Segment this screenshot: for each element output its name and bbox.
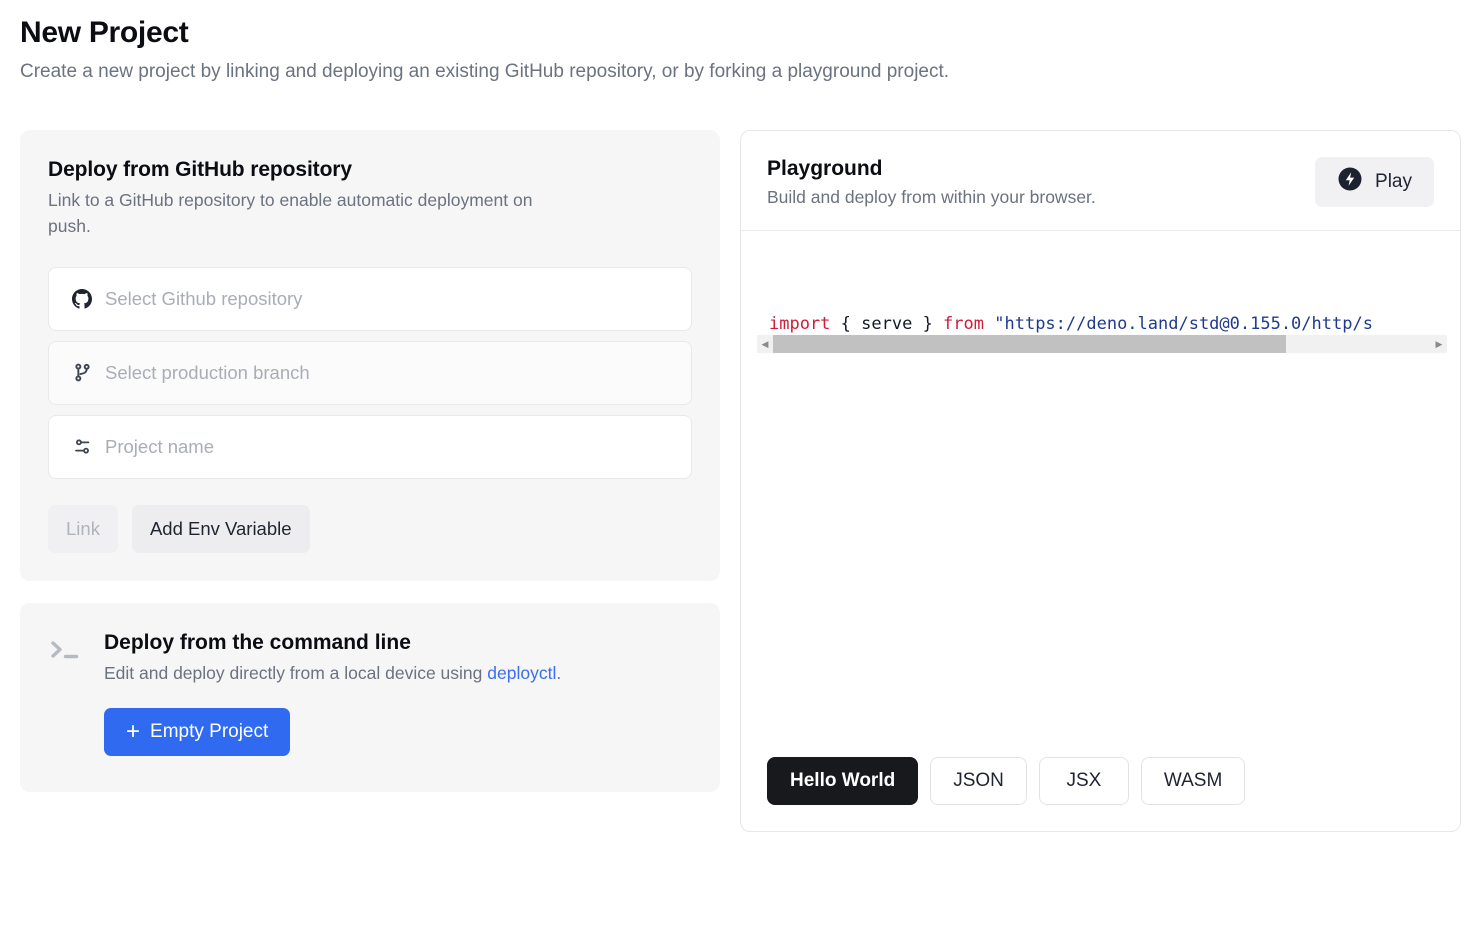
code-token: }	[912, 314, 943, 334]
project-name-input[interactable]: Project name	[48, 415, 692, 479]
project-name-placeholder: Project name	[105, 436, 214, 458]
command-line-card: Deploy from the command line Edit and de…	[20, 603, 720, 792]
playground-tab-json[interactable]: JSON	[930, 757, 1027, 805]
github-card-description: Link to a GitHub repository to enable au…	[48, 188, 568, 239]
playground-body: import { serve } from "https://deno.land…	[741, 231, 1460, 831]
terminal-prompt-icon	[48, 631, 84, 756]
code-token: from	[943, 314, 984, 334]
lightning-bolt-icon	[1337, 166, 1363, 198]
code-token: serve	[861, 314, 912, 334]
plus-icon: +	[126, 720, 140, 744]
select-github-repository-placeholder: Select Github repository	[105, 288, 302, 310]
github-card-heading: Deploy from GitHub repository	[48, 158, 692, 182]
scroll-right-arrow-icon[interactable]: ▶	[1431, 335, 1447, 353]
github-fields: Select Github repository	[48, 267, 692, 479]
select-production-branch-placeholder: Select production branch	[105, 362, 310, 384]
link-button[interactable]: Link	[48, 505, 118, 553]
select-github-repository-input[interactable]: Select Github repository	[48, 267, 692, 331]
code-horizontal-scrollbar[interactable]: ◀ ▶	[757, 335, 1447, 353]
play-button[interactable]: Play	[1315, 157, 1434, 207]
right-column: Playground Build and deploy from within …	[740, 130, 1461, 832]
code-editor[interactable]: import { serve } from "https://deno.land…	[741, 231, 1460, 349]
playground-description: Build and deploy from within your browse…	[767, 187, 1096, 208]
playground-tab-wasm[interactable]: WASM	[1141, 757, 1245, 805]
github-icon	[71, 288, 93, 310]
cli-desc-suffix: .	[556, 663, 561, 683]
github-card-actions: Link Add Env Variable	[48, 505, 692, 553]
command-line-description: Edit and deploy directly from a local de…	[104, 661, 561, 686]
playground-tab-hello-world[interactable]: Hello World	[767, 757, 918, 805]
empty-project-button-label: Empty Project	[150, 721, 268, 743]
code-token: {	[830, 314, 861, 334]
github-deploy-card: Deploy from GitHub repository Link to a …	[20, 130, 720, 581]
sliders-icon	[71, 436, 93, 458]
left-column: Deploy from GitHub repository Link to a …	[20, 130, 720, 792]
code-token: "https://deno.land/std@0.155.0/http/s	[994, 314, 1373, 334]
playground-card: Playground Build and deploy from within …	[740, 130, 1461, 832]
empty-project-button[interactable]: + Empty Project	[104, 708, 290, 756]
content-columns: Deploy from GitHub repository Link to a …	[20, 130, 1461, 832]
playground-tab-jsx[interactable]: JSX	[1039, 757, 1129, 805]
deployctl-link[interactable]: deployctl	[487, 663, 556, 683]
play-button-label: Play	[1375, 171, 1412, 193]
command-line-title: Deploy from the command line	[104, 631, 561, 655]
playground-title: Playground	[767, 157, 1096, 181]
scrollbar-thumb[interactable]	[773, 335, 1286, 353]
scroll-left-arrow-icon[interactable]: ◀	[757, 335, 773, 353]
code-token: import	[769, 314, 830, 334]
git-branch-icon	[71, 362, 93, 384]
playground-header: Playground Build and deploy from within …	[741, 131, 1460, 231]
page-subtitle: Create a new project by linking and depl…	[20, 60, 1461, 85]
playground-spacer	[741, 349, 1460, 757]
playground-template-tabs: Hello WorldJSONJSXWASM	[741, 757, 1460, 805]
new-project-page: New Project Create a new project by link…	[0, 0, 1481, 832]
page-title: New Project	[20, 16, 1461, 51]
code-token	[984, 314, 994, 334]
add-env-variable-button[interactable]: Add Env Variable	[132, 505, 310, 553]
code-lines: import { serve } from "https://deno.land…	[741, 249, 1460, 339]
cli-desc-prefix: Edit and deploy directly from a local de…	[104, 663, 487, 683]
select-production-branch-input[interactable]: Select production branch	[48, 341, 692, 405]
scrollbar-track[interactable]	[773, 335, 1431, 353]
